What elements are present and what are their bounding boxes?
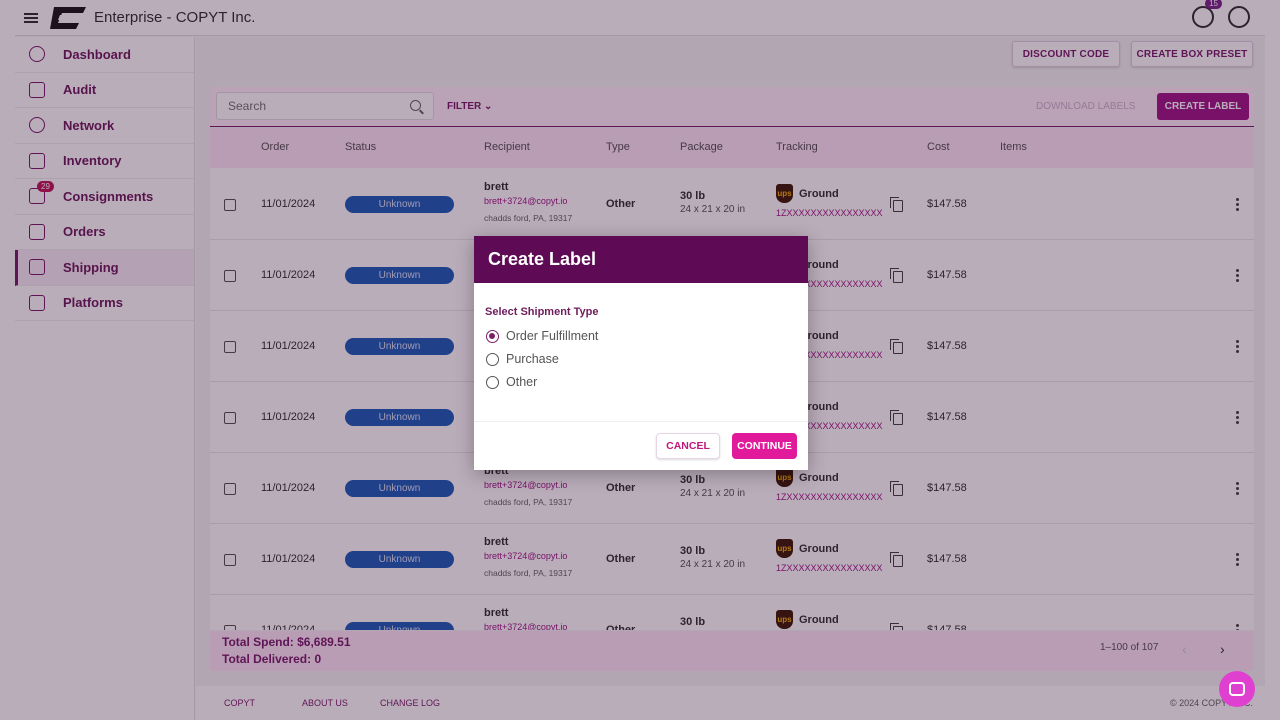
create-label-dialog: Create Label Select Shipment Type Order … xyxy=(474,236,808,470)
radio-other[interactable]: Other xyxy=(486,375,537,389)
chat-icon xyxy=(1229,682,1245,696)
chat-support-button[interactable] xyxy=(1219,671,1255,707)
radio-purchase[interactable]: Purchase xyxy=(486,352,559,366)
dialog-divider xyxy=(474,421,808,422)
radio-unchecked-icon xyxy=(486,375,499,389)
radio-unchecked-icon xyxy=(486,352,499,366)
radio-order-fulfillment[interactable]: Order Fulfillment xyxy=(486,329,598,343)
radio-label: Other xyxy=(506,375,538,389)
shipment-type-label: Select Shipment Type xyxy=(485,306,599,318)
continue-button[interactable]: CONTINUE xyxy=(732,433,797,459)
cancel-button[interactable]: CANCEL xyxy=(656,433,720,459)
dialog-title: Create Label xyxy=(474,236,808,283)
radio-label: Purchase xyxy=(506,352,559,366)
radio-checked-icon xyxy=(486,329,499,343)
radio-label: Order Fulfillment xyxy=(506,329,599,343)
